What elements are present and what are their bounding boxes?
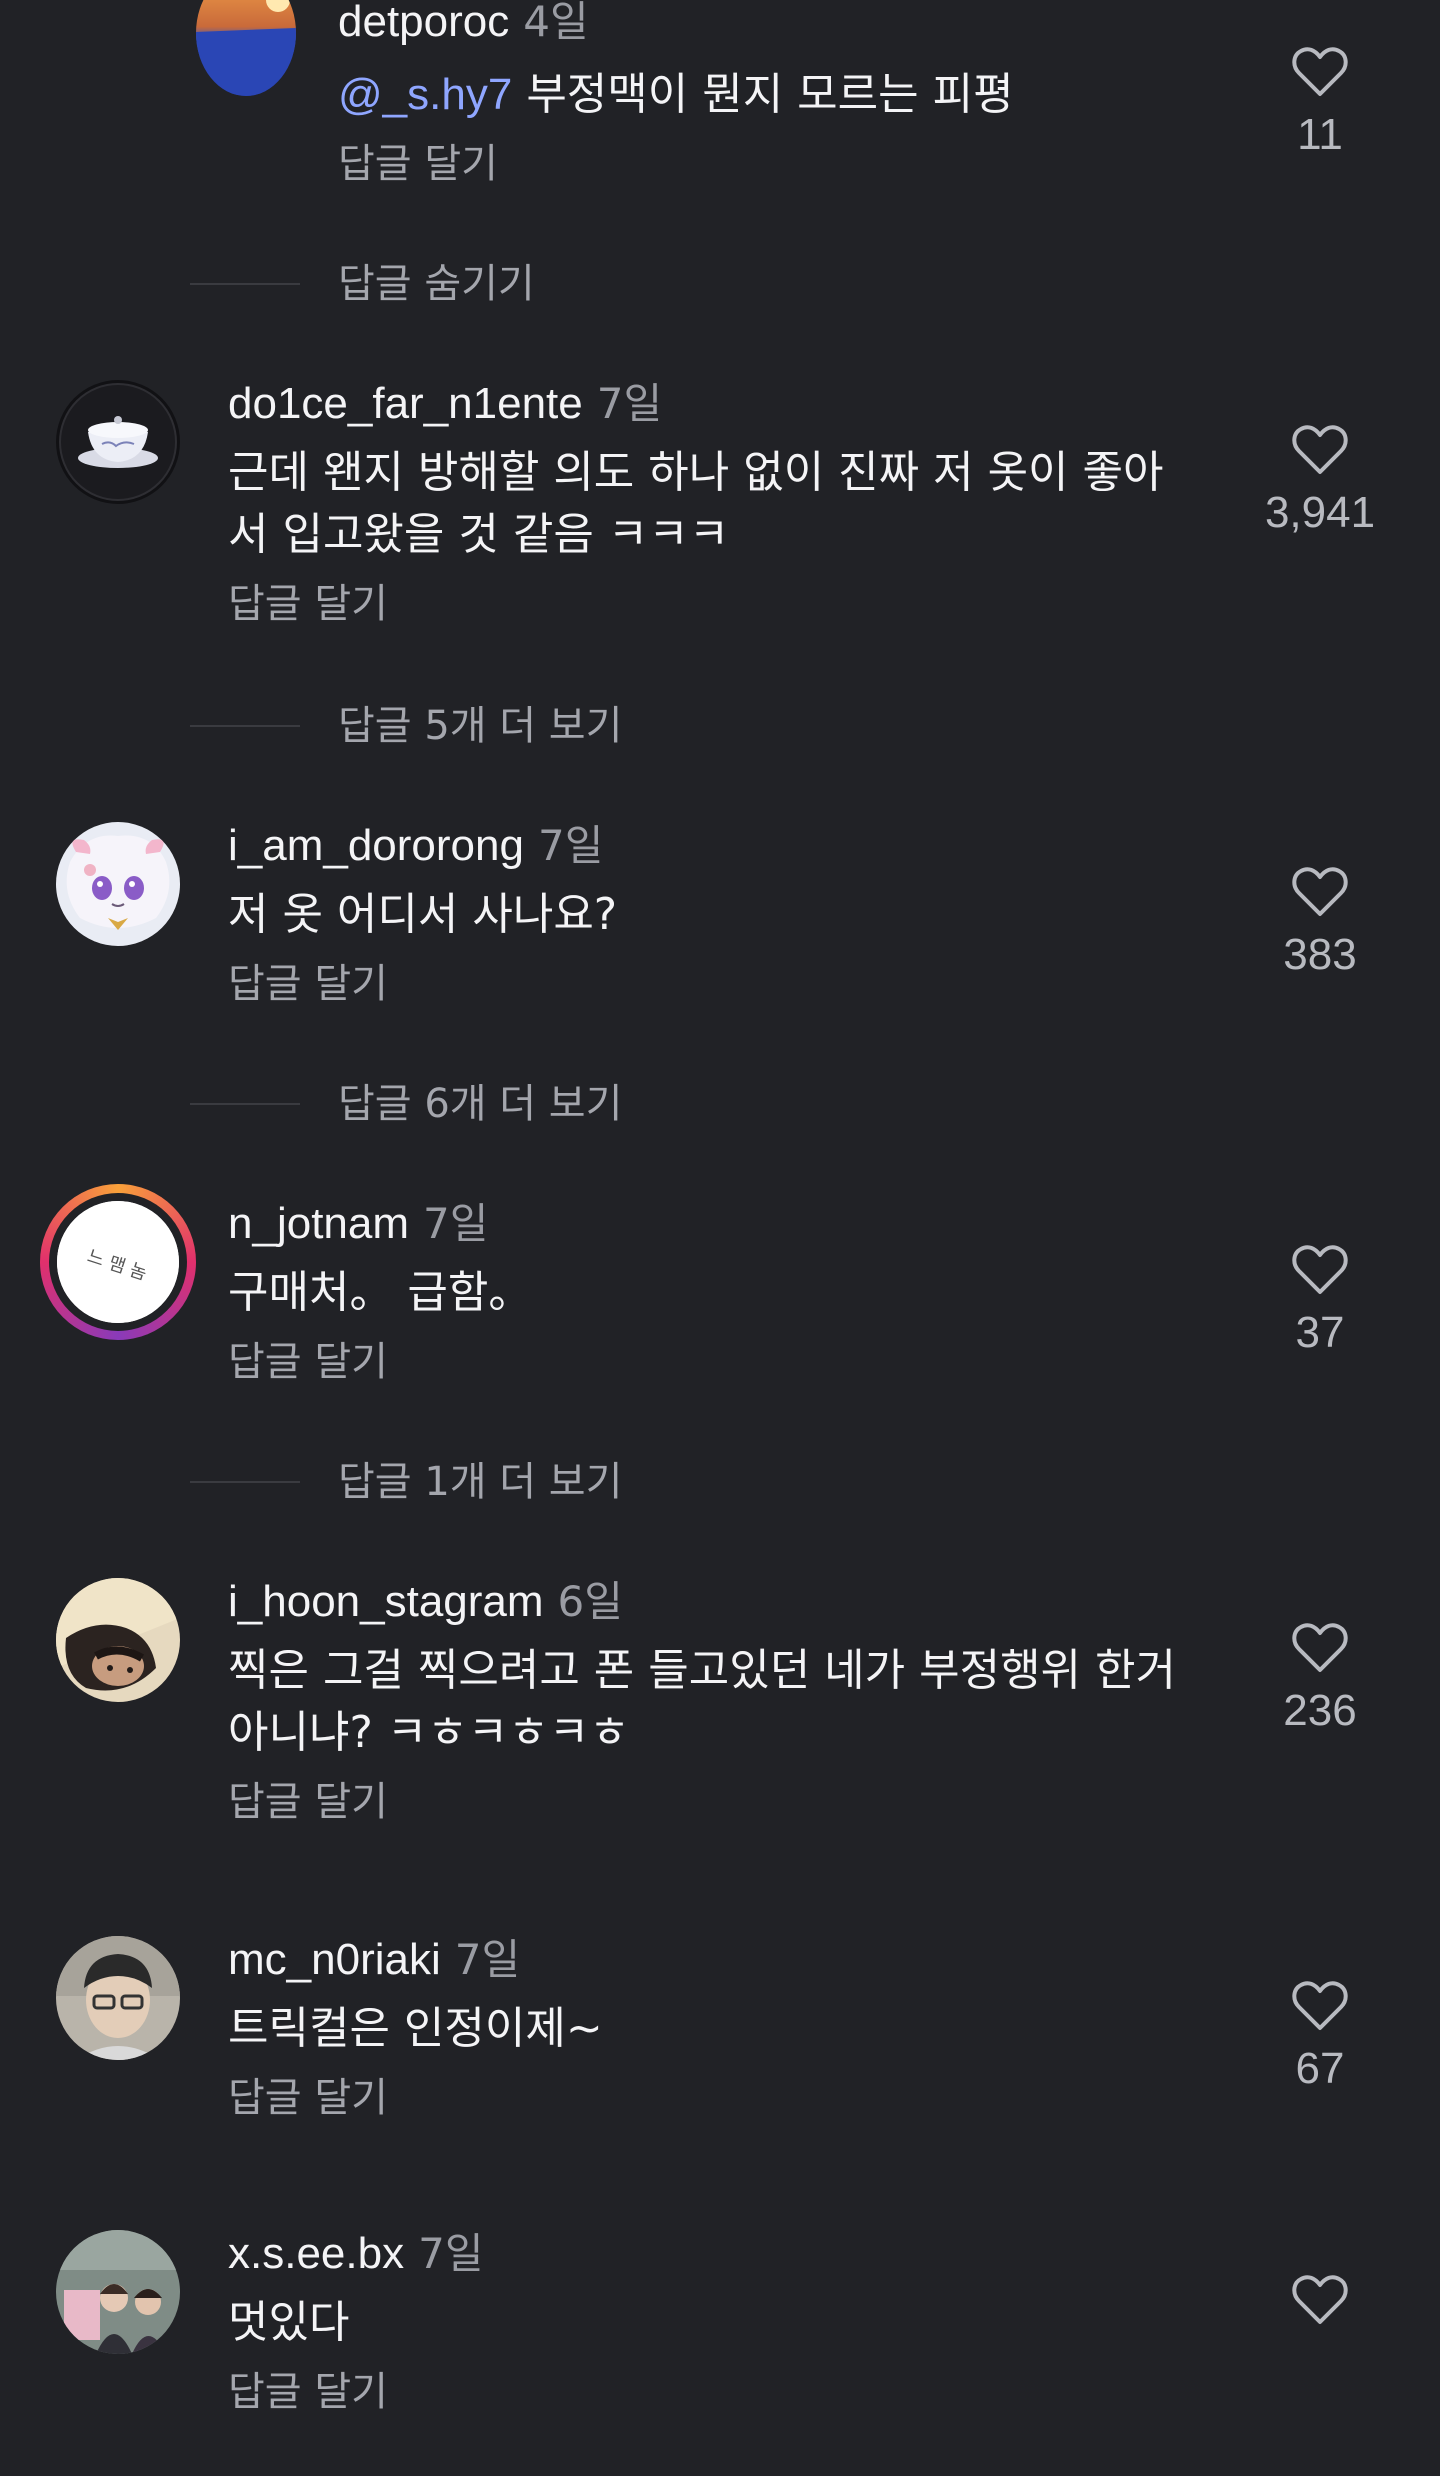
like-count: 11 bbox=[1297, 110, 1343, 159]
view-more-replies-label: 답글 5개 더 보기 bbox=[338, 703, 623, 749]
reply-button[interactable]: 답글 달기 bbox=[228, 1774, 1208, 1830]
view-more-replies-label: 답글 1개 더 보기 bbox=[338, 1459, 623, 1505]
thread-divider bbox=[190, 1481, 300, 1483]
comment-text: 저 옷 어디서 사나요? bbox=[228, 889, 618, 940]
heart-outline-icon bbox=[1292, 1245, 1348, 1294]
timestamp: 7일 bbox=[537, 821, 604, 870]
timestamp: 6일 bbox=[557, 1577, 623, 1626]
like-button[interactable]: 67 bbox=[1200, 1980, 1440, 2094]
thread-divider bbox=[190, 283, 300, 285]
comment-text: @_s.hy7 부정맥이 뭔지 모르는 피평 bbox=[338, 64, 1014, 126]
username[interactable]: n_jotnam bbox=[228, 1199, 409, 1248]
timestamp: 7일 bbox=[454, 1935, 521, 1984]
avatar[interactable] bbox=[56, 2230, 180, 2354]
username[interactable]: mc_n0riaki bbox=[228, 1935, 441, 1984]
thread-divider bbox=[190, 725, 300, 727]
avatar: 느 맴 놈 bbox=[57, 1201, 179, 1323]
view-more-replies-button[interactable]: 답글 5개 더 보기 bbox=[190, 698, 890, 754]
timestamp: 7일 bbox=[418, 2229, 484, 2278]
photo-avatar-image bbox=[56, 1578, 180, 1702]
like-count: 67 bbox=[1295, 2044, 1345, 2093]
like-count: 236 bbox=[1283, 1686, 1357, 1735]
sunset-avatar-image bbox=[196, 0, 296, 96]
comment-body: do1ce_far_n1ente 7일 근데 왠지 방해할 의도 하나 없이 진짜… bbox=[228, 376, 1188, 632]
photo-avatar-image bbox=[56, 2230, 180, 2354]
comment-text: 근데 왠지 방해할 의도 하나 없이 진짜 저 옷이 좋아서 입고왔을 것 같음… bbox=[228, 447, 1164, 560]
heart-outline-icon bbox=[1292, 1981, 1348, 2030]
comment-text: 찍은 그걸 찍으려고 폰 들고있던 네가 부정행위 한거 아니냐? ㅋㅎㅋㅎㅋㅎ bbox=[228, 1645, 1176, 1758]
timestamp: 7일 bbox=[423, 1199, 489, 1248]
comment-body: x.s.ee.bx 7일 멋있다 답글 달기 bbox=[228, 2226, 483, 2420]
comment-body: n_jotnam 7일 구매처。 급함。 답글 달기 bbox=[228, 1196, 532, 1390]
comment-body: i_hoon_stagram 6일 찍은 그걸 찍으려고 폰 들고있던 네가 부정… bbox=[228, 1574, 1208, 1830]
comment-meta: i_am_dororong 7일 bbox=[228, 818, 617, 874]
like-button[interactable]: 11 bbox=[1200, 46, 1440, 160]
thread-divider bbox=[190, 1103, 300, 1105]
comment-meta: mc_n0riaki 7일 bbox=[228, 1932, 603, 1988]
heart-outline-icon bbox=[1292, 2275, 1348, 2324]
heart-outline-icon bbox=[1292, 425, 1348, 474]
view-more-replies-button[interactable]: 답글 6개 더 보기 bbox=[190, 1076, 890, 1132]
comment-meta: x.s.ee.bx 7일 bbox=[228, 2226, 483, 2282]
reply-button[interactable]: 답글 달기 bbox=[228, 576, 1188, 632]
username[interactable]: i_hoon_stagram bbox=[228, 1577, 544, 1626]
avatar[interactable] bbox=[56, 822, 180, 946]
like-button[interactable]: 236 bbox=[1200, 1622, 1440, 1736]
heart-outline-icon bbox=[1292, 47, 1348, 96]
comment-text: 트릭컬은 인정이제~ bbox=[228, 2003, 603, 2054]
timestamp: 4일 bbox=[523, 0, 589, 46]
like-button[interactable]: 383 bbox=[1200, 866, 1440, 980]
handwritten-avatar-image: 느 맴 놈 bbox=[57, 1201, 179, 1323]
comment-text-content: 부정맥이 뭔지 모르는 피평 bbox=[526, 69, 1014, 120]
username[interactable]: i_am_dororong bbox=[228, 821, 524, 870]
anime-character-avatar-image bbox=[56, 822, 180, 946]
username[interactable]: do1ce_far_n1ente bbox=[228, 379, 583, 428]
username[interactable]: x.s.ee.bx bbox=[228, 2229, 404, 2278]
story-ring-avatar[interactable]: 느 맴 놈 bbox=[40, 1184, 196, 1340]
avatar[interactable] bbox=[56, 1578, 180, 1702]
like-count: 37 bbox=[1295, 1308, 1345, 1357]
reply-button[interactable]: 답글 달기 bbox=[228, 1334, 532, 1390]
avatar[interactable] bbox=[196, 0, 296, 96]
comment-body: mc_n0riaki 7일 트릭컬은 인정이제~ 답글 달기 bbox=[228, 1932, 603, 2126]
heart-outline-icon bbox=[1292, 1623, 1348, 1672]
reply-button[interactable]: 답글 달기 bbox=[228, 956, 617, 1012]
heart-outline-icon bbox=[1292, 867, 1348, 916]
like-count: 3,941 bbox=[1264, 488, 1376, 537]
teacup-avatar-image bbox=[56, 380, 180, 504]
view-more-replies-label: 답글 6개 더 보기 bbox=[338, 1081, 623, 1127]
comment-meta: detporoc 4일 bbox=[338, 0, 1014, 50]
reply-button[interactable]: 답글 달기 bbox=[228, 2364, 483, 2420]
username[interactable]: detporoc bbox=[338, 0, 509, 46]
comment-body: i_am_dororong 7일 저 옷 어디서 사나요? 답글 달기 bbox=[228, 818, 617, 1012]
view-more-replies-button[interactable]: 답글 1개 더 보기 bbox=[190, 1454, 890, 1510]
reply-button[interactable]: 답글 달기 bbox=[338, 136, 1014, 192]
mention-link[interactable]: @_s.hy7 bbox=[338, 70, 512, 119]
like-count: 383 bbox=[1283, 930, 1357, 979]
like-button[interactable] bbox=[1200, 2274, 1440, 2338]
photo-avatar-image bbox=[56, 1936, 180, 2060]
avatar[interactable] bbox=[56, 380, 180, 504]
hide-replies-button[interactable]: 답글 숨기기 bbox=[190, 256, 890, 312]
like-button[interactable]: 37 bbox=[1200, 1244, 1440, 1358]
reply-button[interactable]: 답글 달기 bbox=[228, 2070, 603, 2126]
like-button[interactable]: 3,941 bbox=[1200, 424, 1440, 538]
comment-text: 구매처。 급함。 bbox=[228, 1267, 533, 1318]
hide-replies-label: 답글 숨기기 bbox=[338, 261, 535, 307]
timestamp: 7일 bbox=[596, 379, 663, 428]
comment-body: detporoc 4일 @_s.hy7 부정맥이 뭔지 모르는 피평 답글 달기 bbox=[338, 0, 1014, 192]
comment-meta: i_hoon_stagram 6일 bbox=[228, 1574, 1208, 1630]
comment-meta: n_jotnam 7일 bbox=[228, 1196, 532, 1252]
comment-meta: do1ce_far_n1ente 7일 bbox=[228, 376, 1188, 432]
comment-text: 멋있다 bbox=[228, 2297, 350, 2348]
avatar[interactable] bbox=[56, 1936, 180, 2060]
